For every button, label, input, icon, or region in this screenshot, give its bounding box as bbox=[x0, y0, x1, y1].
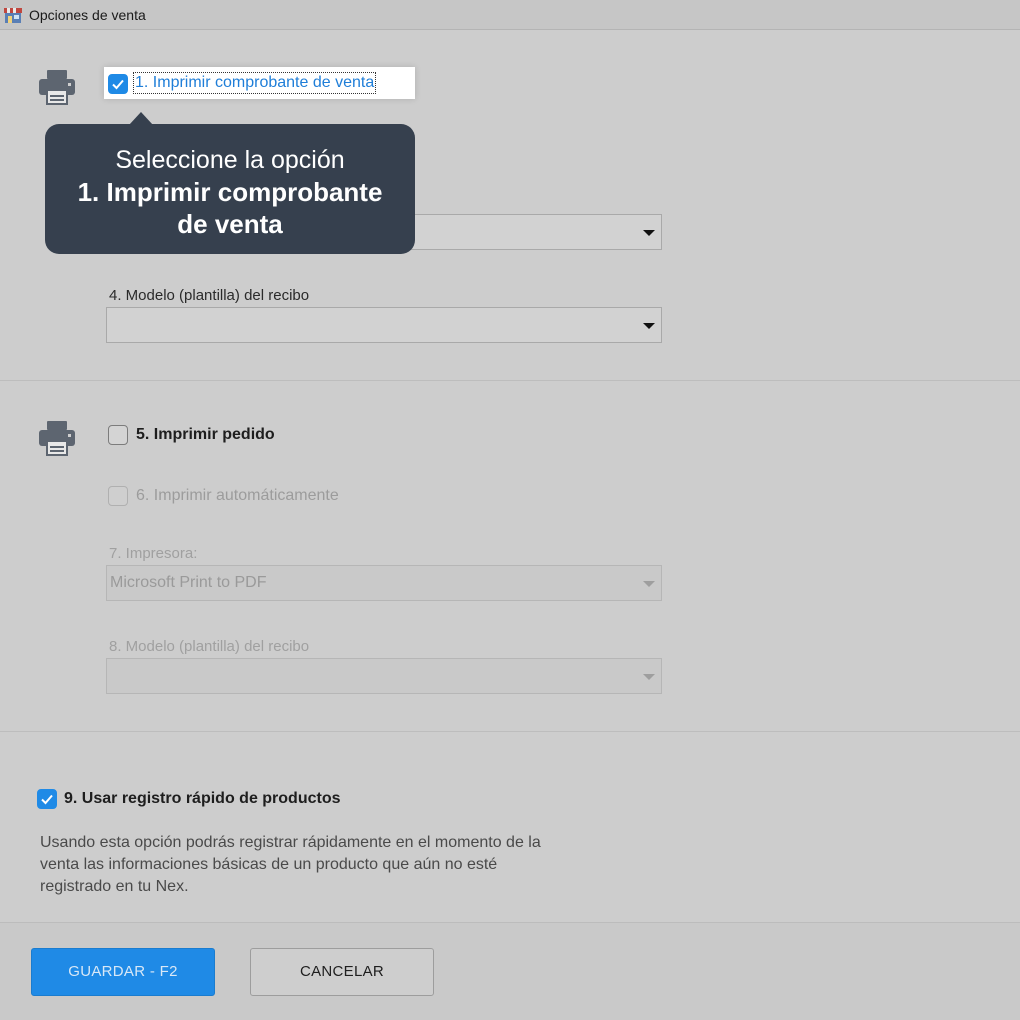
instruction-tooltip: Seleccione la opción 1. Imprimir comprob… bbox=[45, 112, 415, 254]
tooltip-line1: Seleccione la opción bbox=[115, 146, 345, 174]
printer-icon bbox=[39, 421, 75, 456]
chevron-down-icon bbox=[643, 323, 655, 329]
checkmark-icon bbox=[41, 794, 53, 805]
title-bar: Opciones de venta bbox=[0, 0, 1020, 30]
chevron-down-icon bbox=[643, 581, 655, 587]
section-divider bbox=[0, 731, 1020, 732]
quick-register-checkbox[interactable] bbox=[37, 789, 57, 809]
section-divider bbox=[0, 380, 1020, 381]
checkmark-icon bbox=[112, 79, 124, 90]
chevron-down-icon bbox=[643, 674, 655, 680]
tooltip-arrow bbox=[129, 112, 153, 125]
order-printer-select[interactable]: Microsoft Print to PDF bbox=[106, 565, 662, 601]
quick-register-label: 9. Usar registro rápido de productos bbox=[64, 790, 341, 807]
window-title: Opciones de venta bbox=[29, 7, 146, 23]
footer-bar: GUARDAR - F2 CANCELAR bbox=[0, 922, 1020, 1020]
receipt-template-select[interactable] bbox=[106, 307, 662, 343]
printer-label: 7. Impresora: bbox=[109, 545, 198, 562]
cancel-button[interactable]: CANCELAR bbox=[250, 948, 434, 996]
print-order-label: 5. Imprimir pedido bbox=[136, 426, 275, 443]
save-button[interactable]: GUARDAR - F2 bbox=[31, 948, 215, 996]
auto-print-checkbox[interactable] bbox=[108, 486, 128, 506]
receipt-template-label: 4. Modelo (plantilla) del recibo bbox=[109, 287, 310, 304]
print-order-checkbox[interactable] bbox=[108, 425, 128, 445]
printer-icon bbox=[39, 70, 75, 105]
order-template-select[interactable] bbox=[106, 658, 662, 694]
quick-register-description: Usando esta opción podrás registrar rápi… bbox=[40, 834, 541, 895]
print-receipt-label: 1. Imprimir comprobante de venta bbox=[132, 72, 377, 94]
print-receipt-option[interactable]: 1. Imprimir comprobante de venta bbox=[104, 67, 415, 99]
auto-print-label: 6. Imprimir automáticamente bbox=[136, 487, 339, 504]
chevron-down-icon bbox=[643, 230, 655, 236]
print-receipt-checkbox[interactable] bbox=[108, 74, 128, 94]
store-icon bbox=[4, 8, 22, 23]
order-template-label: 8. Modelo (plantilla) del recibo bbox=[109, 638, 310, 655]
tooltip-line2: 1. Imprimir comprobante de venta bbox=[77, 177, 383, 239]
